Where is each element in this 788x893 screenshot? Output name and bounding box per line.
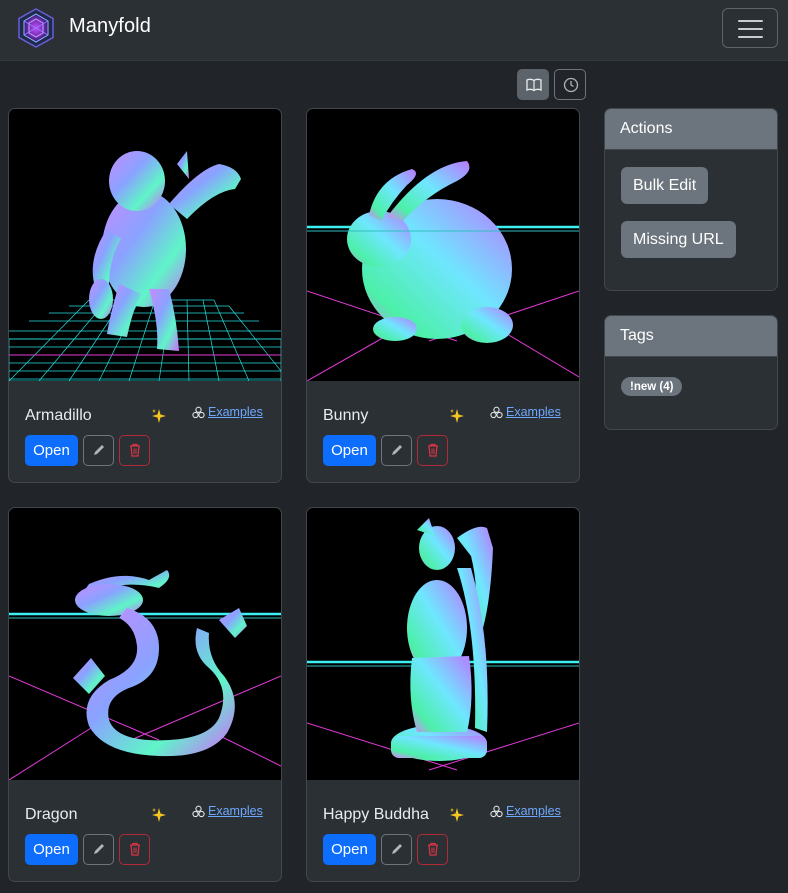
- manyfold-logo-icon[interactable]: [17, 8, 55, 48]
- edit-button[interactable]: [381, 834, 412, 865]
- model-preview-bunny[interactable]: [307, 109, 579, 381]
- pencil-icon: [94, 445, 104, 455]
- model-preview-armadillo[interactable]: [9, 109, 281, 381]
- collection-link[interactable]: Examples: [192, 405, 263, 419]
- model-card-happy-buddha: Happy Buddha Examples Open: [306, 507, 580, 882]
- recent-view-toggle[interactable]: [554, 69, 586, 100]
- collection-label[interactable]: Examples: [506, 405, 561, 419]
- collection-label[interactable]: Examples: [506, 804, 561, 818]
- bulk-edit-button[interactable]: Bulk Edit: [621, 167, 709, 204]
- delete-button[interactable]: [119, 834, 150, 865]
- pencil-icon: [94, 844, 104, 854]
- model-preview-dragon[interactable]: [9, 508, 281, 780]
- navbar-menu-toggle-button[interactable]: [722, 8, 778, 48]
- sparkles-icon: [152, 808, 166, 822]
- actions-panel: Actions Bulk Edit Missing URL: [604, 108, 778, 291]
- open-button[interactable]: Open: [25, 834, 78, 865]
- pencil-icon: [392, 844, 402, 854]
- pencil-icon: [392, 445, 402, 455]
- hamburger-icon: [738, 20, 763, 22]
- sparkles-icon: [450, 808, 464, 822]
- edit-button[interactable]: [381, 435, 412, 466]
- sparkles-icon: [152, 409, 166, 423]
- book-icon: [526, 78, 542, 92]
- collection-icon: [192, 406, 205, 418]
- model-card-dragon: Dragon Examples Open: [8, 507, 282, 882]
- model-title[interactable]: Armadillo: [25, 407, 92, 425]
- tag-badge-new[interactable]: !new (4): [621, 377, 683, 396]
- trash-icon: [130, 443, 140, 457]
- delete-button[interactable]: [417, 834, 448, 865]
- missing-url-button[interactable]: Missing URL: [621, 221, 736, 258]
- delete-button[interactable]: [119, 435, 150, 466]
- model-preview-happy-buddha[interactable]: [307, 508, 579, 780]
- model-card-armadillo: Armadillo Examples Open: [8, 108, 282, 483]
- trash-icon: [428, 842, 438, 856]
- collection-label[interactable]: Examples: [208, 804, 263, 818]
- model-card-bunny: Bunny Examples Open: [306, 108, 580, 483]
- brand-name[interactable]: Manyfold: [69, 15, 151, 38]
- model-title[interactable]: Bunny: [323, 407, 368, 425]
- actions-panel-title: Actions: [605, 109, 777, 150]
- hamburger-icon-bar: [738, 36, 763, 38]
- delete-button[interactable]: [417, 435, 448, 466]
- open-button[interactable]: Open: [323, 435, 376, 466]
- tags-panel: Tags !new (4): [604, 315, 778, 430]
- model-title[interactable]: Happy Buddha: [323, 806, 429, 824]
- trash-icon: [130, 842, 140, 856]
- edit-button[interactable]: [83, 834, 114, 865]
- collection-link[interactable]: Examples: [490, 804, 561, 818]
- model-title[interactable]: Dragon: [25, 806, 77, 824]
- sparkles-icon: [450, 409, 464, 423]
- open-button[interactable]: Open: [323, 834, 376, 865]
- edit-button[interactable]: [83, 435, 114, 466]
- collection-icon: [192, 805, 205, 817]
- clock-icon: [563, 77, 579, 93]
- collection-label[interactable]: Examples: [208, 405, 263, 419]
- collection-icon: [490, 805, 503, 817]
- hamburger-icon-bar: [738, 28, 763, 30]
- open-button[interactable]: Open: [25, 435, 78, 466]
- collection-link[interactable]: Examples: [192, 804, 263, 818]
- collection-icon: [490, 406, 503, 418]
- collection-link[interactable]: Examples: [490, 405, 561, 419]
- tags-panel-title: Tags: [605, 316, 777, 357]
- top-navbar: Manyfold: [0, 0, 788, 61]
- trash-icon: [428, 443, 438, 457]
- grid-view-toggle[interactable]: [517, 69, 549, 100]
